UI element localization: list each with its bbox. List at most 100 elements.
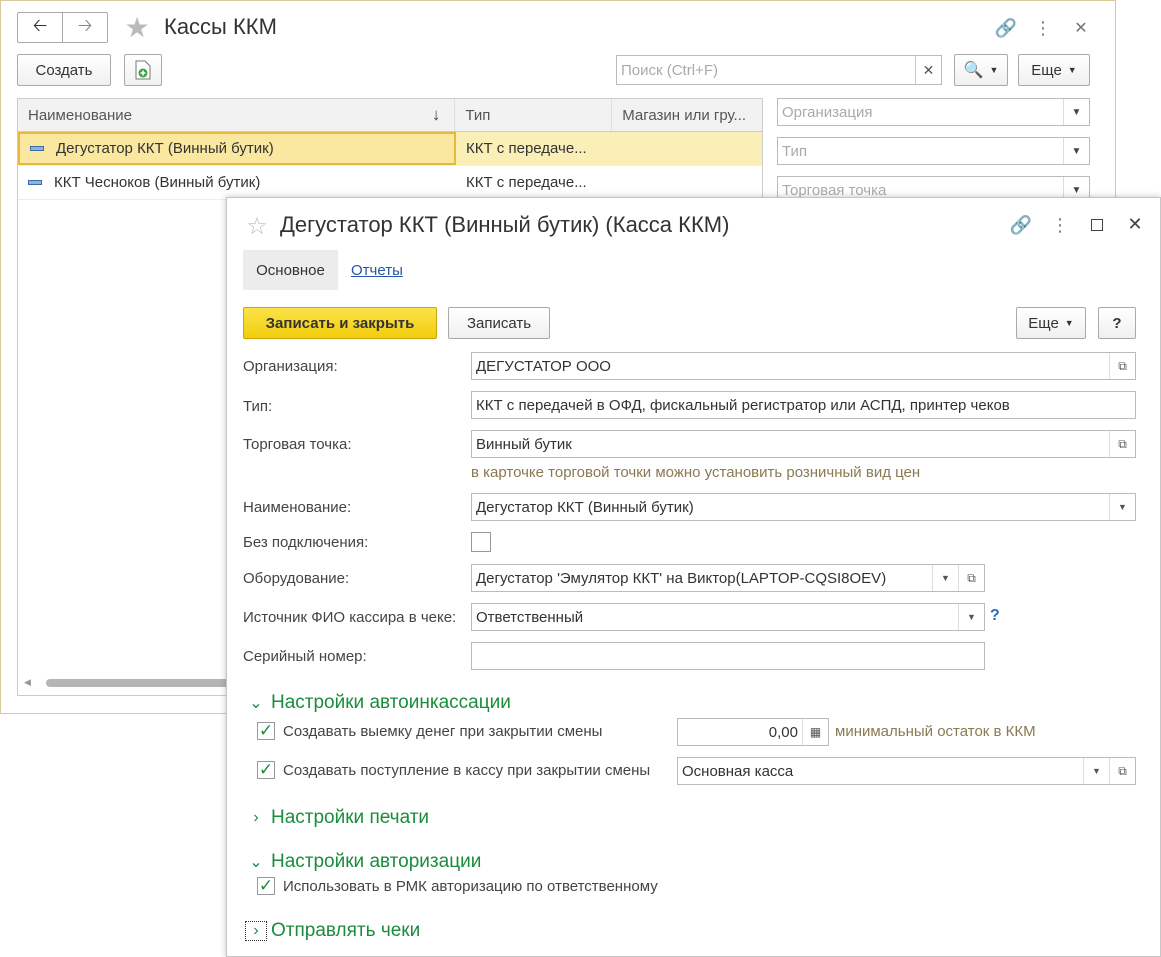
- cashier-source-label: Источник ФИО кассира в чеке:: [243, 609, 457, 626]
- create-button[interactable]: Создать: [17, 54, 111, 86]
- serial-label: Серийный номер:: [243, 648, 367, 665]
- chevron-right-icon: ›: [253, 809, 259, 826]
- cashbox-value: Основная касса: [682, 762, 794, 780]
- row-name: ККТ Чесноков (Винный бутик): [54, 174, 261, 191]
- min-balance-label: минимальный остаток в ККМ: [835, 723, 1036, 740]
- save-and-close-button[interactable]: Записать и закрыть: [243, 307, 437, 339]
- tab-reports[interactable]: Отчеты: [351, 262, 403, 279]
- tab-main[interactable]: Основное: [243, 250, 338, 290]
- cash-register-form-window: ☆ Дегустатор ККТ (Винный бутик) (Касса К…: [226, 197, 1161, 957]
- chevron-down-icon[interactable]: ▼: [958, 604, 984, 630]
- organization-value: ДЕГУСТАТОР ООО: [476, 357, 611, 375]
- name-value: Дегустатор ККТ (Винный бутик): [476, 498, 694, 516]
- point-field[interactable]: Винный бутик ⧉: [471, 430, 1136, 458]
- row-name: Дегустатор ККТ (Винный бутик): [56, 140, 274, 157]
- more-button[interactable]: Еще ▼: [1018, 54, 1090, 86]
- list-header: Наименование ↓ Тип Магазин или гру...: [17, 98, 763, 132]
- open-icon[interactable]: ⧉: [958, 565, 984, 591]
- forward-button[interactable]: 🡢: [62, 12, 108, 43]
- save-button[interactable]: Записать: [448, 307, 550, 339]
- catalog-item-icon: [30, 146, 44, 151]
- more-label: Еще: [1031, 61, 1062, 79]
- help-button[interactable]: ?: [1098, 307, 1136, 339]
- close-icon[interactable]: ✕: [1123, 211, 1147, 237]
- cashier-help-link[interactable]: ?: [990, 607, 1000, 625]
- open-icon[interactable]: ⧉: [1109, 758, 1135, 784]
- more-vertical-icon[interactable]: ⋮: [1033, 15, 1053, 41]
- link-icon[interactable]: 🔗: [993, 15, 1019, 41]
- auth-checkbox[interactable]: ✓: [257, 876, 275, 895]
- horizontal-scrollbar[interactable]: [46, 679, 236, 687]
- search-button[interactable]: 🔍 ▼: [954, 54, 1008, 86]
- search-icon: 🔍: [963, 62, 984, 79]
- serial-field[interactable]: [471, 642, 985, 670]
- star-icon[interactable]: ☆: [243, 212, 271, 240]
- calculator-icon[interactable]: ▦: [802, 719, 828, 745]
- chevron-down-icon[interactable]: ▼: [1063, 99, 1089, 125]
- more-vertical-icon[interactable]: ⋮: [1050, 212, 1070, 238]
- scroll-left-icon[interactable]: ◀: [24, 677, 31, 688]
- withdraw-checkbox[interactable]: ✓: [257, 721, 275, 740]
- organization-label: Организация:: [243, 358, 338, 375]
- autocollect-section-title: Настройки автоинкассации: [271, 692, 511, 713]
- create-copy-button[interactable]: [124, 54, 162, 86]
- catalog-item-icon: [28, 180, 42, 185]
- page-title: Кассы ККМ: [164, 14, 277, 39]
- chevron-down-icon[interactable]: ▼: [1083, 758, 1109, 784]
- chevron-down-icon[interactable]: ▼: [932, 565, 958, 591]
- table-row[interactable]: ККТ Чесноков (Винный бутик) ККТ с переда…: [18, 166, 762, 200]
- open-icon[interactable]: ⧉: [1109, 431, 1135, 457]
- sort-down-icon: ↓: [431, 105, 441, 124]
- star-icon[interactable]: ★: [121, 11, 153, 43]
- auth-section-title: Настройки авторизации: [271, 851, 482, 872]
- point-label: Торговая точка:: [243, 436, 352, 453]
- row-shop: [613, 132, 762, 165]
- chevron-right-icon: ›: [245, 921, 267, 941]
- point-filter-placeholder: Торговая точка: [782, 181, 887, 199]
- chevron-down-icon[interactable]: ▼: [1109, 494, 1135, 520]
- point-value: Винный бутик: [476, 435, 572, 453]
- type-value: ККТ с передачей в ОФД, фискальный регист…: [476, 396, 1010, 414]
- print-section-header[interactable]: › Настройки печати: [245, 807, 429, 829]
- close-icon[interactable]: ✕: [1069, 15, 1093, 41]
- more-button[interactable]: Еще ▼: [1016, 307, 1086, 339]
- cashier-source-value: Ответственный: [476, 608, 584, 626]
- auth-section-header[interactable]: ⌄ Настройки авторизации: [245, 851, 481, 873]
- open-icon[interactable]: ⧉: [1109, 353, 1135, 379]
- more-label: Еще: [1028, 314, 1059, 332]
- receipt-checkbox[interactable]: ✓: [257, 760, 275, 779]
- column-header-type[interactable]: Тип: [455, 99, 613, 131]
- back-button[interactable]: 🡠: [17, 12, 63, 43]
- name-field[interactable]: Дегустатор ККТ (Винный бутик) ▼: [471, 493, 1136, 521]
- equipment-field[interactable]: Дегустатор 'Эмулятор ККТ' на Виктор(LAPT…: [471, 564, 985, 592]
- min-balance-field[interactable]: 0,00 ▦: [677, 718, 829, 746]
- chevron-down-icon[interactable]: ▼: [1063, 138, 1089, 164]
- autocollect-section-header[interactable]: ⌄ Настройки автоинкассации: [245, 692, 511, 714]
- send-section-header[interactable]: › Отправлять чеки: [245, 920, 420, 942]
- send-section-title: Отправлять чеки: [271, 920, 421, 941]
- organization-field[interactable]: ДЕГУСТАТОР ООО ⧉: [471, 352, 1136, 380]
- type-filter[interactable]: Тип ▼: [777, 137, 1090, 165]
- maximize-icon[interactable]: [1091, 219, 1103, 231]
- type-field[interactable]: ККТ с передачей в ОФД, фискальный регист…: [471, 391, 1136, 419]
- checkmark-icon: ✓: [258, 876, 274, 895]
- cashier-source-field[interactable]: Ответственный ▼: [471, 603, 985, 631]
- new-document-icon: [135, 60, 151, 80]
- search-input[interactable]: Поиск (Ctrl+F) ✕: [616, 55, 942, 85]
- search-placeholder: Поиск (Ctrl+F): [621, 61, 718, 79]
- cashbox-field[interactable]: Основная касса ▼ ⧉: [677, 757, 1136, 785]
- name-label: Наименование:: [243, 499, 352, 516]
- link-icon[interactable]: 🔗: [1008, 212, 1034, 238]
- checkmark-icon: ✓: [258, 721, 274, 740]
- clear-search-icon[interactable]: ✕: [915, 56, 941, 84]
- chevron-down-icon: ▼: [989, 65, 999, 75]
- column-header-shop[interactable]: Магазин или гру...: [612, 99, 762, 131]
- table-row[interactable]: Дегустатор ККТ (Винный бутик) ККТ с пере…: [18, 132, 762, 166]
- organization-filter[interactable]: Организация ▼: [777, 98, 1090, 126]
- column-header-name[interactable]: Наименование ↓: [18, 99, 456, 131]
- offline-checkbox[interactable]: [471, 532, 491, 552]
- receipt-label: Создавать поступление в кассу при закрыт…: [283, 762, 651, 779]
- form-title: Дегустатор ККТ (Винный бутик) (Касса ККМ…: [280, 212, 730, 237]
- equipment-label: Оборудование:: [243, 570, 350, 587]
- row-type: ККТ с передаче...: [466, 140, 587, 157]
